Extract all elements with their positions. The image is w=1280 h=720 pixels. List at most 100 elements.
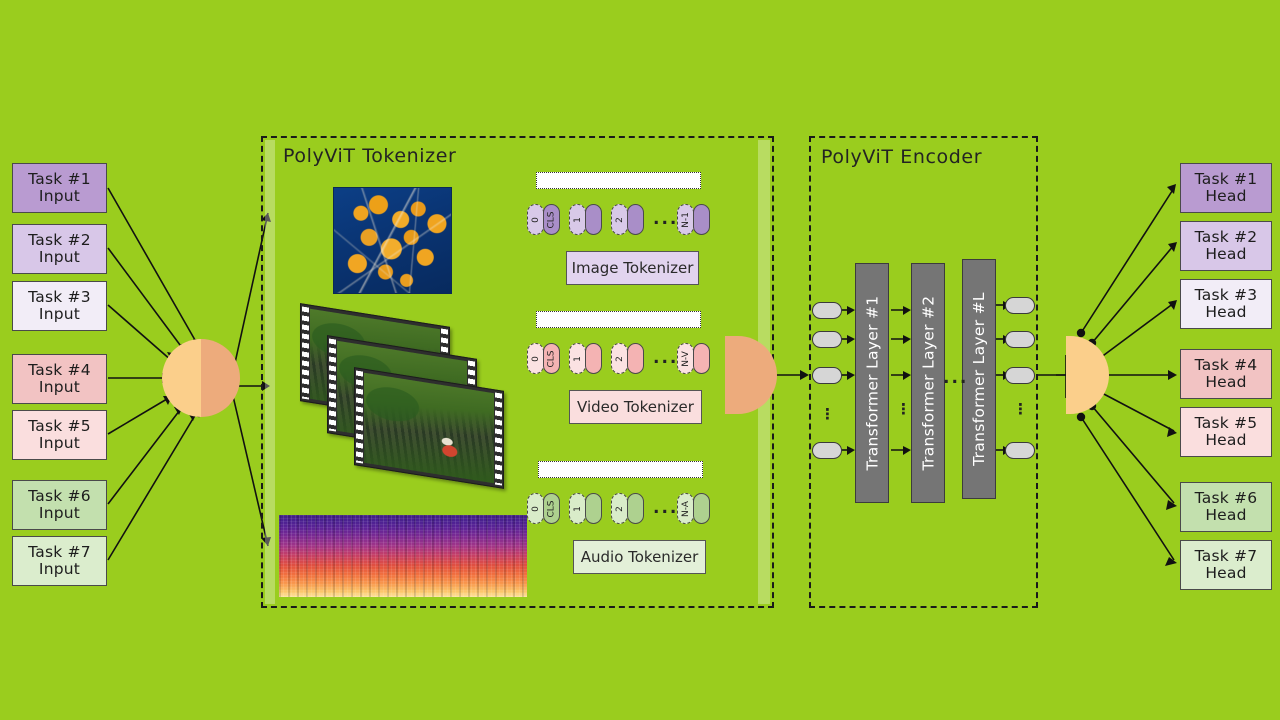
task-head-3-line1: Task #3 <box>1194 285 1258 304</box>
input-task-selector[interactable] <box>162 339 240 417</box>
task-input-4[interactable]: Task #4 Input <box>12 354 107 404</box>
image-pos-embed-2-label: 2 <box>614 216 625 223</box>
task-input-1-line1: Task #1 <box>28 169 91 188</box>
transformer-layer-1[interactable]: Transformer Layer #1 <box>855 263 889 503</box>
video-token-collector <box>536 311 701 328</box>
task-head-3[interactable]: Task #3 Head <box>1180 279 1272 329</box>
task-input-3-line2: Input <box>38 305 81 323</box>
task-input-1-line2: Input <box>38 187 81 205</box>
task-head-6-line2: Head <box>1205 506 1247 524</box>
video-tokenizer-box[interactable]: Video Tokenizer <box>569 390 702 424</box>
task-input-3[interactable]: Task #3 Input <box>12 281 107 331</box>
task-input-4-line2: Input <box>38 378 81 396</box>
image-token-2 <box>627 204 644 235</box>
video-pos-embed-n: N-V <box>677 343 694 374</box>
audio-pos-embed-1: 1 <box>569 493 586 524</box>
audio-pos-embed-2-label: 2 <box>614 505 625 512</box>
task-head-4[interactable]: Task #4 Head <box>1180 349 1272 399</box>
encoder-input-token-2 <box>812 331 842 348</box>
task-input-5-line2: Input <box>38 434 81 452</box>
task-head-2[interactable]: Task #2 Head <box>1180 221 1272 271</box>
video-pos-embed-1-label: 1 <box>572 355 583 362</box>
video-frame-1-image <box>364 372 494 484</box>
task-head-1-line1: Task #1 <box>1194 169 1258 188</box>
encoder-output-token-1 <box>1005 297 1035 314</box>
task-head-6-line1: Task #6 <box>1194 488 1258 507</box>
task-input-6[interactable]: Task #6 Input <box>12 480 107 530</box>
task-head-7-line1: Task #7 <box>1194 546 1258 565</box>
audio-token-1 <box>585 493 602 524</box>
task-head-5[interactable]: Task #5 Head <box>1180 407 1272 457</box>
task-head-5-line2: Head <box>1205 431 1247 449</box>
audio-tokens-ellipsis: ... <box>653 498 679 518</box>
image-tokens-ellipsis: ... <box>653 209 679 229</box>
video-token-n <box>693 343 710 374</box>
image-pos-embed-1: 1 <box>569 204 586 235</box>
audio-token-2 <box>627 493 644 524</box>
task-input-1[interactable]: Task #1 Input <box>12 163 107 213</box>
video-token-1 <box>585 343 602 374</box>
encoder-output-token-n <box>1005 442 1035 459</box>
audio-pos-embed-n-label: N-A <box>680 500 691 517</box>
task-input-7[interactable]: Task #7 Input <box>12 536 107 586</box>
encoder-input-tokens-ellipsis: ⋮ <box>820 405 835 423</box>
video-pos-embed-0-label: 0 <box>530 355 541 362</box>
transformer-layer-1-label: Transformer Layer #1 <box>863 295 881 471</box>
video-pos-embed-n-label: N-V <box>680 350 691 367</box>
task-input-2-line2: Input <box>38 248 81 266</box>
task-input-7-line1: Task #7 <box>28 542 91 561</box>
tokenizer-panel-title: PolyViT Tokenizer <box>283 145 457 167</box>
encoder-output-token-3 <box>1005 367 1035 384</box>
task-head-5-line1: Task #5 <box>1194 413 1258 432</box>
jellyfish-photo <box>333 187 452 294</box>
diagram-canvas: Task #1 Input Task #2 Input Task #3 Input T… <box>0 0 1280 720</box>
task-head-7[interactable]: Task #7 Head <box>1180 540 1272 590</box>
video-pos-embed-1: 1 <box>569 343 586 374</box>
transformer-layer-1-vdots: ⋮ <box>896 400 911 418</box>
audio-spectrogram <box>279 515 527 597</box>
image-pos-embed-2: 2 <box>611 204 628 235</box>
task-input-5[interactable]: Task #5 Input <box>12 410 107 460</box>
task-input-2[interactable]: Task #2 Input <box>12 224 107 274</box>
transformer-layer-2[interactable]: Transformer Layer #2 <box>911 263 945 503</box>
jellyfish-tendrils <box>334 188 451 293</box>
encoder-panel-title: PolyViT Encoder <box>821 146 983 168</box>
image-token-cls-label: CLS <box>546 210 557 229</box>
image-pos-embed-n-label: N-1 <box>680 211 691 228</box>
image-token-collector <box>536 172 701 189</box>
task-head-6[interactable]: Task #6 Head <box>1180 482 1272 532</box>
audio-tokenizer-box[interactable]: Audio Tokenizer <box>573 540 706 574</box>
task-input-6-line1: Task #6 <box>28 486 91 505</box>
task-head-1[interactable]: Task #1 Head <box>1180 163 1272 213</box>
task-input-2-line1: Task #2 <box>28 230 91 249</box>
video-frames-photo <box>300 303 504 489</box>
video-pos-embed-2: 2 <box>611 343 628 374</box>
video-tokenizer-label: Video Tokenizer <box>577 398 694 416</box>
task-head-4-line1: Task #4 <box>1194 355 1258 374</box>
video-token-cls: CLS <box>543 343 560 374</box>
image-pos-embed-0-label: 0 <box>530 216 541 223</box>
image-pos-embed-n: N-1 <box>677 204 694 235</box>
task-head-4-line2: Head <box>1205 373 1247 391</box>
image-tokenizer-box[interactable]: Image Tokenizer <box>566 251 699 285</box>
encoder-input-token-3 <box>812 367 842 384</box>
audio-pos-embed-n: N-A <box>677 493 694 524</box>
video-token-2 <box>627 343 644 374</box>
task-input-5-line1: Task #5 <box>28 416 91 435</box>
task-input-7-line2: Input <box>38 560 81 578</box>
audio-pos-embed-0: 0 <box>527 493 544 524</box>
task-input-6-line2: Input <box>38 504 81 522</box>
video-token-cls-label: CLS <box>546 349 557 368</box>
audio-pos-embed-0-label: 0 <box>530 505 541 512</box>
transformer-layer-L-label: Transformer Layer #L <box>970 292 989 466</box>
audio-token-n <box>693 493 710 524</box>
video-pos-embed-2-label: 2 <box>614 355 625 362</box>
film-perforations-right <box>495 392 502 486</box>
image-pos-embed-0: 0 <box>527 204 544 235</box>
film-perforations-left <box>302 306 309 400</box>
audio-token-cls: CLS <box>543 493 560 524</box>
image-pos-embed-1-label: 1 <box>572 216 583 223</box>
video-pos-embed-0: 0 <box>527 343 544 374</box>
transformer-layer-2-label: Transformer Layer #2 <box>919 295 937 471</box>
input-selector-left-half <box>162 339 201 417</box>
